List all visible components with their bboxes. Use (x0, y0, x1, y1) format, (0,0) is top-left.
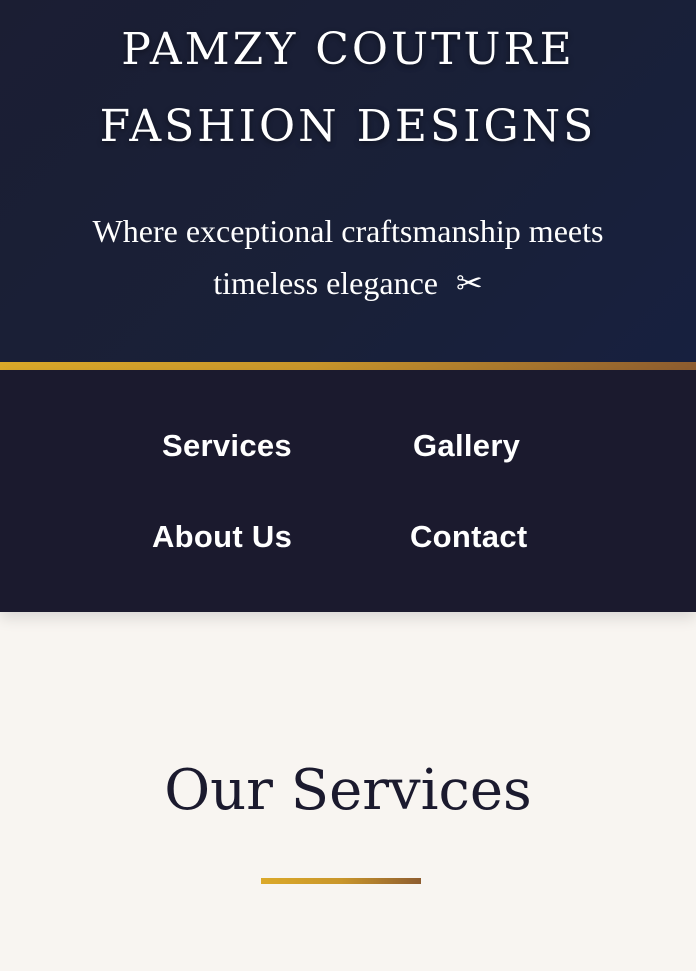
nav-link-services[interactable]: Services (162, 428, 292, 464)
main-navigation: Services Gallery About Us Contact (0, 370, 696, 612)
brand-title-line-1: PAMZY COUTURE (121, 24, 575, 75)
nav-link-about-us[interactable]: About Us (152, 519, 292, 555)
brand-title-line-2: FASHION DESIGNS (99, 101, 597, 152)
section-title: Our Services (164, 758, 532, 823)
nav-link-gallery[interactable]: Gallery (413, 428, 520, 464)
tagline-line-2: timeless elegance ✂ (0, 264, 696, 302)
nav-link-contact[interactable]: Contact (410, 519, 528, 555)
scissors-icon: ✂ (455, 265, 483, 301)
tagline-line-1: Where exceptional craftsmanship meets (92, 213, 604, 249)
hero-header: PAMZY COUTURE FASHION DESIGNS Where exce… (0, 0, 696, 362)
tagline-text: timeless elegance (213, 265, 438, 301)
gold-divider-bar (0, 362, 696, 370)
title-underline (261, 878, 421, 884)
